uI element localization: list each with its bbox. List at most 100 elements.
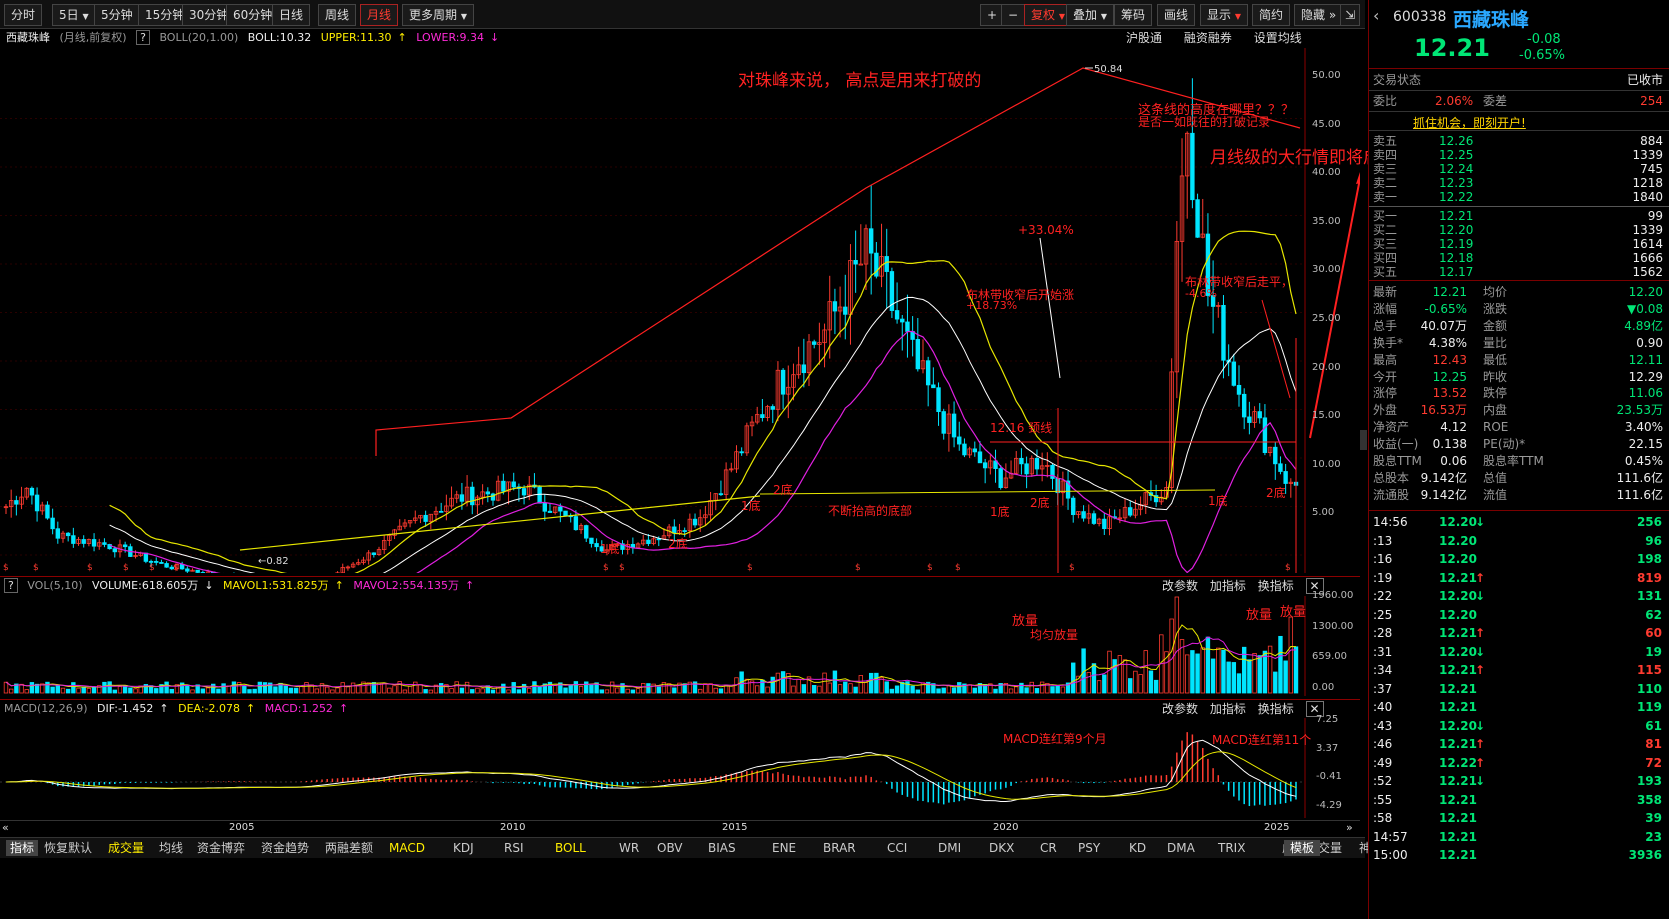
indicator-tab-13[interactable]: BIAS	[708, 840, 736, 856]
macd-switch-indicator-button[interactable]: 换指标	[1258, 702, 1294, 716]
stock-title: 西藏珠峰	[1453, 9, 1530, 31]
period-fenshi-button[interactable]: 分时	[4, 4, 43, 26]
volume-bar	[490, 689, 496, 694]
up-arrow-icon: ↑	[1475, 755, 1486, 770]
indicator-tab-16[interactable]: CCI	[887, 840, 907, 856]
zoom-out-button[interactable]: −	[1001, 4, 1026, 26]
margin-link[interactable]: 融资融券	[1184, 31, 1232, 45]
bid-label: 买四	[1373, 251, 1398, 265]
bid-price: 12.19	[1439, 237, 1474, 251]
indicator-tab-23[interactable]: TRIX	[1218, 840, 1245, 856]
candle-body	[692, 518, 698, 526]
indicator-tab-1[interactable]: 恢复默认	[44, 840, 92, 856]
display-button[interactable]: 显示 ▼	[1200, 4, 1248, 26]
candle-body	[164, 563, 169, 568]
indicator-tab-8[interactable]: KDJ	[453, 840, 474, 856]
volume-chart[interactable]	[0, 596, 1360, 696]
collapse-icon[interactable]: ⇲	[1340, 4, 1361, 26]
weibi-row: 委比 2.06% 委差 254	[1373, 93, 1665, 109]
hsgt-link[interactable]: 沪股通	[1126, 31, 1162, 45]
down-arrow-icon: ↓	[1475, 515, 1486, 529]
tick-row: :31 12.20 ↓ 19	[1369, 643, 1669, 661]
volume-bar	[615, 687, 620, 694]
indicator-tab-20[interactable]: PSY	[1078, 840, 1100, 856]
volume-bar	[853, 686, 858, 694]
candle-body	[853, 260, 858, 265]
help-icon[interactable]: ?	[4, 578, 18, 593]
candle-body	[957, 436, 962, 445]
peak-label: 50.84	[1094, 64, 1123, 75]
indicator-tab-18[interactable]: DKX	[989, 840, 1014, 856]
indicator-tab-19[interactable]: CR	[1040, 840, 1057, 856]
period-monthly-button[interactable]: 月线	[360, 4, 399, 26]
bid-row: 买二 12.20 1339	[1373, 223, 1665, 237]
down-arrow-icon: ↓	[1475, 774, 1486, 788]
indicator-tab-0[interactable]: 指标	[6, 840, 39, 856]
volume-edit-params-button[interactable]: 改参数	[1162, 579, 1198, 593]
chevron-down-icon: ▼	[1100, 12, 1107, 21]
simple-mode-button[interactable]: 简约	[1252, 4, 1291, 26]
volume-bar	[1262, 650, 1268, 694]
dividend-marker-icon: $	[955, 563, 961, 573]
more-periods-button[interactable]: 更多周期 ▼	[402, 4, 474, 26]
hide-panel-button[interactable]: 隐藏 »	[1294, 4, 1344, 26]
indicator-tab-10[interactable]: BOLL	[555, 840, 586, 856]
indicator-tab-27[interactable]: 模板	[1284, 840, 1321, 856]
indicator-tab-9[interactable]: RSI	[504, 840, 524, 856]
macd-edit-params-button[interactable]: 改参数	[1162, 702, 1198, 716]
indicator-tab-12[interactable]: OBV	[657, 840, 683, 856]
macd-add-indicator-button[interactable]: 加指标	[1210, 702, 1246, 716]
volume-bar	[8, 688, 14, 694]
scroll-right-icon[interactable]: »	[1346, 821, 1353, 834]
volume-bar	[584, 681, 589, 694]
indicator-tab-2[interactable]: 成交量	[108, 840, 144, 856]
splitter-handle[interactable]	[1360, 430, 1367, 450]
candle-body	[936, 387, 941, 412]
indicator-tab-15[interactable]: BRAR	[823, 840, 856, 856]
period-daily-button[interactable]: 日线	[272, 4, 311, 26]
dividend-marker-icon: $	[123, 563, 129, 573]
indicator-tab-14[interactable]: ENE	[772, 840, 796, 856]
ask-row: 卖三 12.24 745	[1373, 162, 1665, 176]
indicator-tab-3[interactable]: 均线	[159, 840, 183, 856]
draw-line-button[interactable]: 画线	[1157, 4, 1196, 26]
bid-price: 12.20	[1439, 223, 1474, 237]
volume-bar	[211, 683, 216, 694]
ask-price: 12.24	[1439, 162, 1474, 176]
annotation-rising-bottom: 不断抬高的底部	[828, 504, 913, 518]
annotation-bottom-1a: 1底	[600, 542, 620, 556]
candle-body	[195, 569, 200, 573]
indicator-tab-17[interactable]: DMI	[938, 840, 961, 856]
nav-left-icon[interactable]: ‹	[1373, 6, 1379, 25]
tick-row: :19 12.21 ↑ 819	[1369, 569, 1669, 587]
volume-bar	[65, 688, 71, 694]
period-weekly-button[interactable]: 周线	[318, 4, 357, 26]
fuquan-button[interactable]: 复权 ▼	[1024, 4, 1072, 26]
ask-row: 卖二 12.23 1218	[1373, 176, 1665, 190]
macd-chart[interactable]	[0, 718, 1360, 818]
ma-settings-link[interactable]: 设置均线	[1254, 31, 1302, 45]
volume-bar	[993, 688, 998, 694]
period-5min-button[interactable]: 5分钟	[94, 4, 140, 26]
open-account-link[interactable]: 抓住机会，即刻开户!	[1413, 114, 1526, 131]
volume-add-indicator-button[interactable]: 加指标	[1210, 579, 1246, 593]
scroll-left-icon[interactable]: «	[2, 821, 9, 834]
volume-bar	[407, 685, 413, 694]
annotation-pct-2: +18.73%	[966, 299, 1018, 312]
indicator-tab-4[interactable]: 资金博弈	[197, 840, 245, 856]
indicator-tab-21[interactable]: KD	[1129, 840, 1146, 856]
indicator-tab-11[interactable]: WR	[619, 840, 639, 856]
bid-price: 12.17	[1439, 265, 1474, 279]
help-icon[interactable]: ?	[136, 30, 150, 45]
indicator-tab-5[interactable]: 资金趋势	[261, 840, 309, 856]
candle-body	[1257, 411, 1262, 419]
candle-body	[801, 364, 807, 374]
chips-button[interactable]: 筹码	[1114, 4, 1153, 26]
overlay-button[interactable]: 叠加 ▼	[1066, 4, 1114, 26]
indicator-tab-7[interactable]: MACD	[389, 840, 425, 856]
volume-switch-indicator-button[interactable]: 换指标	[1258, 579, 1294, 593]
indicator-tab-6[interactable]: 两融差额	[325, 840, 373, 856]
period-5day-button[interactable]: 5日 ▼	[52, 4, 96, 26]
stat-label: 总手	[1373, 318, 1398, 333]
indicator-tab-22[interactable]: DMA	[1167, 840, 1195, 856]
